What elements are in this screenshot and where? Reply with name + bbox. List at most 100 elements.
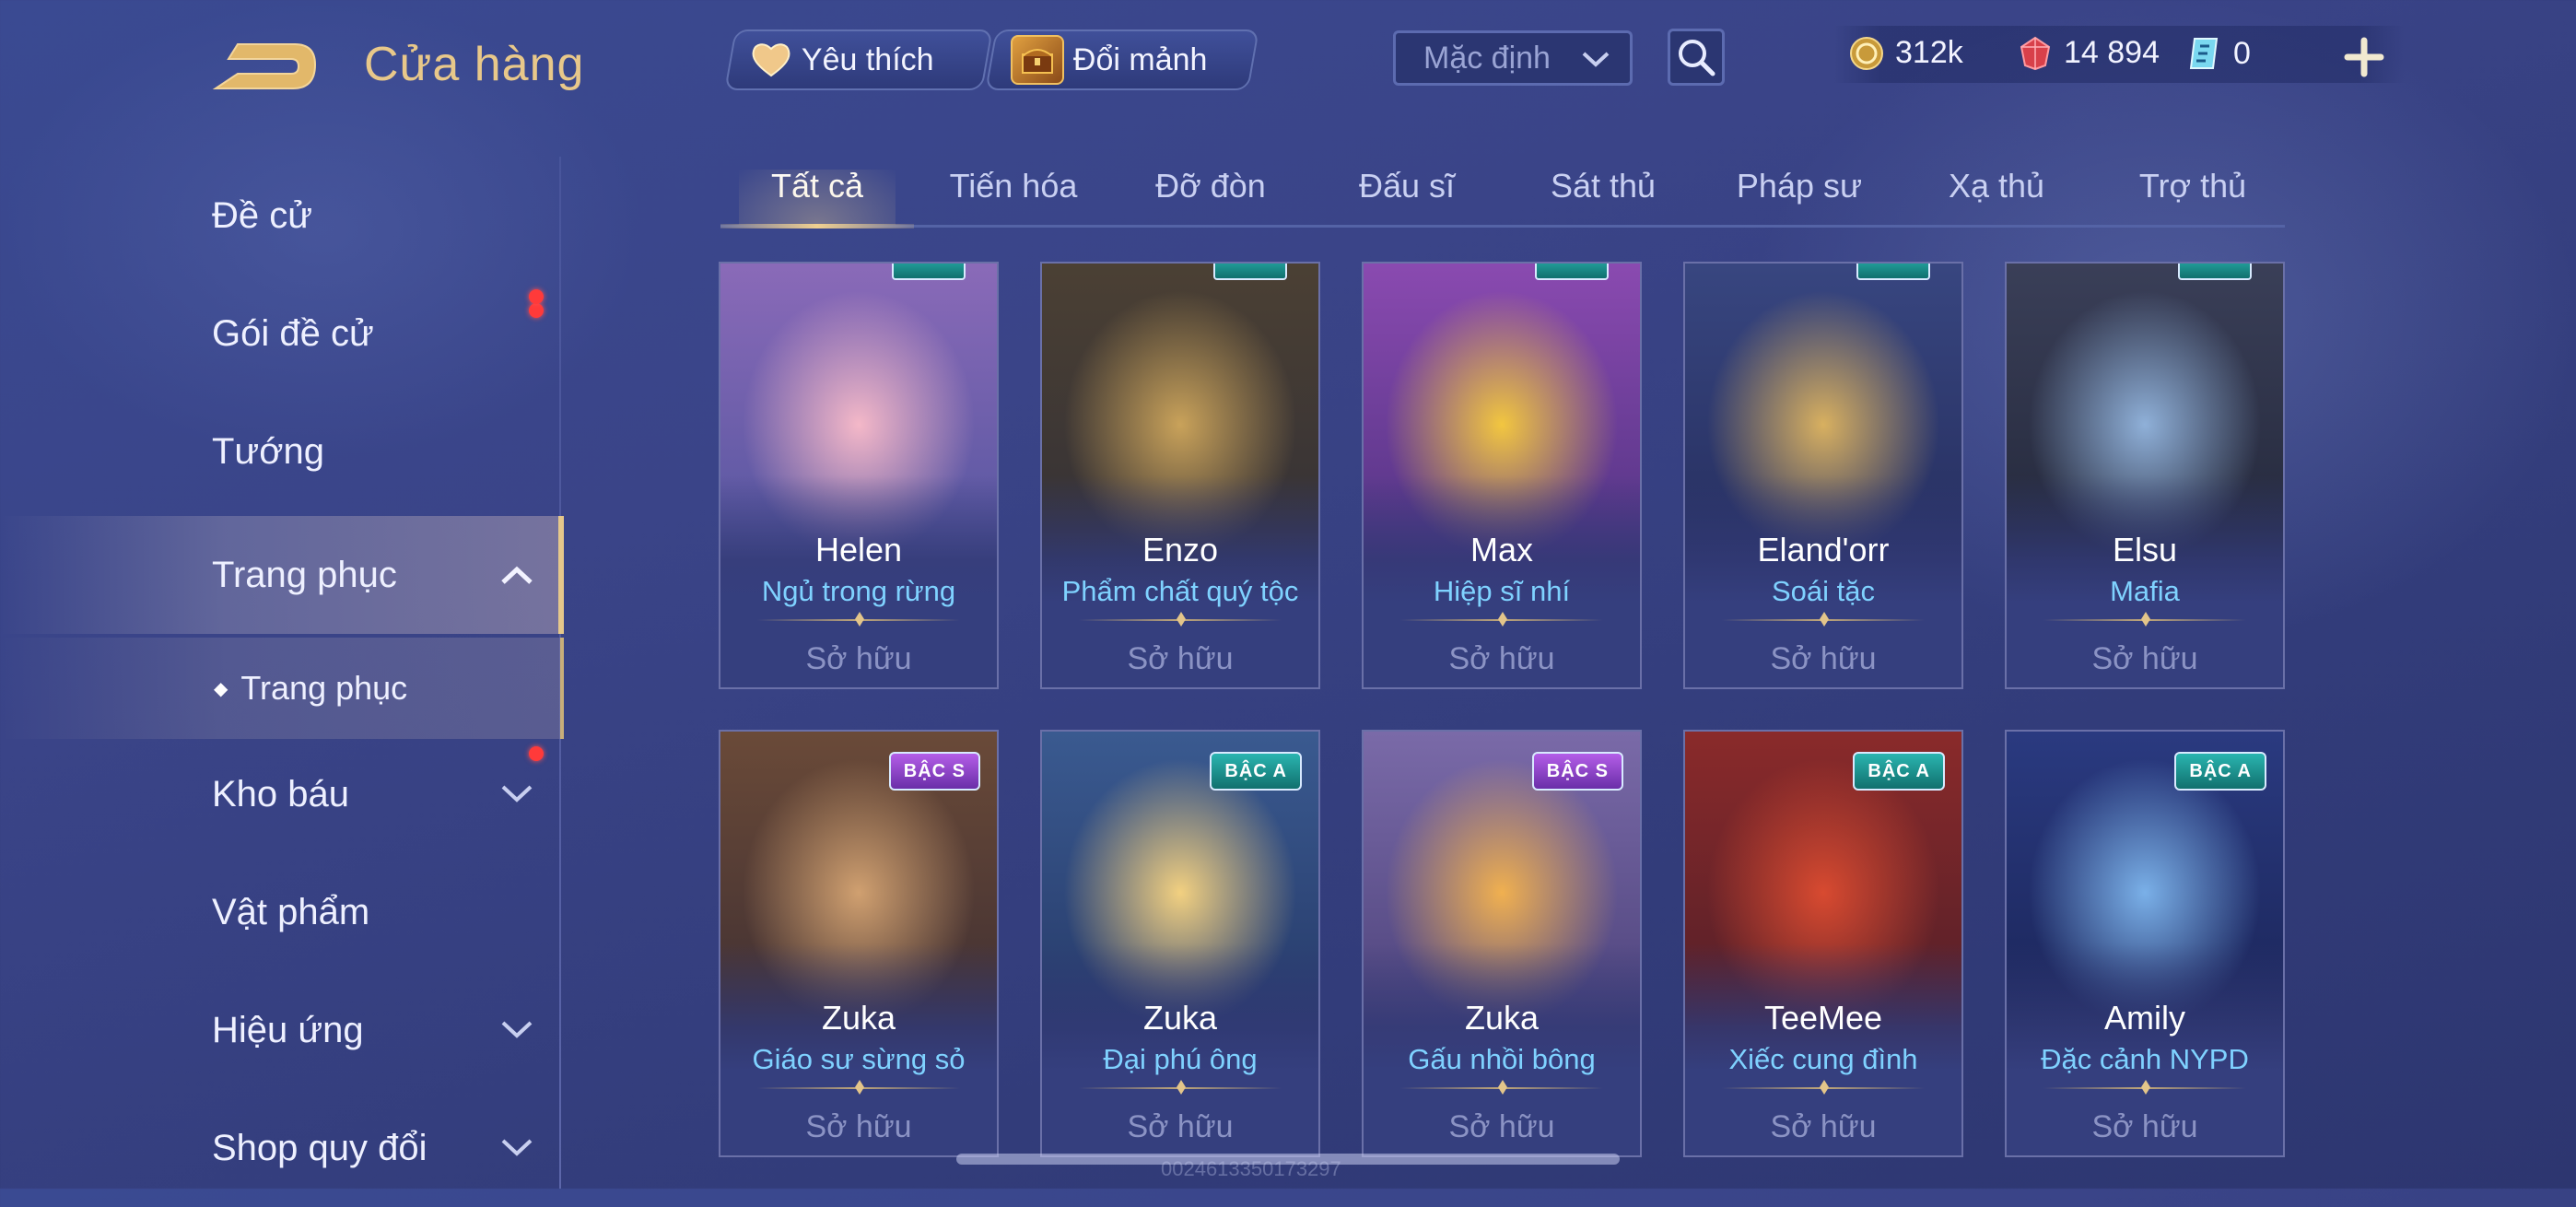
notification-dot <box>529 303 544 318</box>
voucher-balance: 0 <box>2185 35 2251 72</box>
chevron-down-icon <box>1582 52 1610 67</box>
search-button[interactable] <box>1668 29 1725 86</box>
hero-name: Enzo <box>1142 531 1219 568</box>
sidebar-item-label: Trang phục <box>212 554 397 595</box>
treasure-chest-icon <box>1011 35 1064 85</box>
owned-status: Sở hữu <box>805 1109 912 1144</box>
skin-card[interactable]: BẬC A Zuka Đại phú ông Sở hữu <box>1040 730 1320 1157</box>
skin-name: Giáo sư sừng sỏ <box>752 1043 966 1075</box>
back-button[interactable] <box>210 37 321 101</box>
sidebar-item-label: Gói đề cử <box>212 312 374 354</box>
sidebar-item-recommended[interactable]: Đề cử <box>0 157 564 275</box>
tier-badge: BẬC A <box>1210 752 1302 791</box>
tab-tank[interactable]: Đỡ đòn <box>1114 147 1307 225</box>
tier-badge: BẬC S <box>888 752 980 791</box>
skin-name: Soái tặc <box>1771 575 1875 607</box>
chevron-down-icon <box>501 1139 533 1156</box>
skin-name: Ngủ trong rừng <box>761 575 956 607</box>
gem-amount: 14 894 <box>2064 35 2160 70</box>
skin-name: Gấu nhồi bông <box>1408 1043 1596 1075</box>
owned-status: Sở hữu <box>1448 641 1555 676</box>
sidebar-item-exchange-shop[interactable]: Shop quy đổi <box>0 1089 564 1207</box>
page-title: Cửa hàng <box>364 38 585 91</box>
sidebar-subitem-label: Trang phục <box>240 669 408 707</box>
sidebar-item-label: Vật phẩm <box>212 891 370 932</box>
skin-card[interactable]: BẬC S Zuka Gấu nhồi bông Sở hữu <box>1362 730 1642 1157</box>
sidebar-item-recommended-packs[interactable]: Gói đề cử <box>0 275 564 393</box>
skin-card[interactable]: BẬC A Amily Đặc cảnh NYPD Sở hữu <box>2005 730 2285 1157</box>
skin-card[interactable]: Eland'orr Soái tặc Sở hữu <box>1683 262 1963 689</box>
sort-dropdown[interactable]: Mặc định <box>1393 30 1633 86</box>
tier-badge: BẬC A <box>2174 752 2266 791</box>
owned-status: Sở hữu <box>2091 641 2198 676</box>
tier-badge: BẬC A <box>1853 752 1945 791</box>
hero-name: Max <box>1469 531 1533 568</box>
heart-icon <box>752 43 790 77</box>
voucher-amount: 0 <box>2233 35 2251 71</box>
tab-support[interactable]: Trợ thủ <box>2096 147 2289 225</box>
tab-marksman[interactable]: Xạ thủ <box>1900 147 2093 225</box>
skin-card[interactable]: Elsu Mafia Sở hữu <box>2005 262 2285 689</box>
tab-mage[interactable]: Pháp sư <box>1703 147 1896 225</box>
owned-status: Sở hữu <box>1448 1109 1555 1144</box>
favorites-button[interactable]: Yêu thích <box>724 29 993 90</box>
home-indicator[interactable] <box>956 1154 1620 1165</box>
sidebar-subitem-skins[interactable]: ◆ Trang phục <box>0 638 564 739</box>
notification-dot <box>529 289 544 304</box>
hero-name: Helen <box>814 531 903 568</box>
sidebar-item-label: Kho báu <box>212 773 350 814</box>
skin-name: Xiếc cung đình <box>1728 1043 1918 1075</box>
hero-name: TeeMee <box>1763 999 1883 1037</box>
search-icon <box>1679 40 1715 76</box>
tier-badge: BẬC S <box>1531 752 1623 791</box>
gold-coin-icon <box>1850 36 1883 70</box>
sidebar-item-label: Shop quy đổi <box>212 1127 427 1168</box>
tab-evolution[interactable]: Tiến hóa <box>917 147 1110 225</box>
skin-name: Phẩm chất quý tộc <box>1061 575 1299 607</box>
sidebar-item-items[interactable]: Vật phẩm <box>0 853 564 971</box>
owned-status: Sở hữu <box>1127 1109 1234 1144</box>
skin-name: Hiệp sĩ nhí <box>1433 575 1571 607</box>
hero-name: Zuka <box>821 999 896 1037</box>
owned-status: Sở hữu <box>2091 1109 2198 1144</box>
sidebar-item-label: Tướng <box>212 430 324 472</box>
skin-card[interactable]: Enzo Phẩm chất quý tộc Sở hữu <box>1040 262 1320 689</box>
tab-all[interactable]: Tất cả <box>720 147 914 229</box>
plus-icon <box>2344 37 2384 77</box>
chevron-up-icon <box>501 566 533 584</box>
back-arrow-icon <box>212 43 317 89</box>
owned-status: Sở hữu <box>1770 1109 1877 1144</box>
sidebar-item-treasure[interactable]: Kho báu <box>0 735 564 853</box>
gem-balance: 14 894 <box>2018 35 2160 71</box>
chevron-down-icon <box>501 785 533 803</box>
sidebar-item-effects[interactable]: Hiệu ứng <box>0 971 564 1089</box>
notification-dot <box>529 746 544 761</box>
skin-name: Đại phú ông <box>1103 1043 1258 1075</box>
skin-card[interactable]: BẬC A TeeMee Xiếc cung đình Sở hữu <box>1683 730 1963 1157</box>
tab-assassin[interactable]: Sát thủ <box>1506 147 1700 225</box>
tier-badge-cropped <box>2178 264 2252 280</box>
owned-status: Sở hữu <box>1127 641 1234 676</box>
skin-card[interactable]: Helen Ngủ trong rừng Sở hữu <box>719 262 999 689</box>
shard-exchange-label: Đổi mảnh <box>1073 41 1208 77</box>
skin-name: Mafia <box>2110 575 2180 607</box>
sidebar-item-label: Hiệu ứng <box>212 1009 364 1050</box>
diamond-bullet-icon: ◆ <box>214 678 228 699</box>
skin-card[interactable]: Max Hiệp sĩ nhí Sở hữu <box>1362 262 1642 689</box>
sidebar-item-skins[interactable]: Trang phục <box>0 516 564 634</box>
skin-card[interactable]: BẬC S Zuka Giáo sư sừng sỏ Sở hữu <box>719 730 999 1157</box>
hero-name: Zuka <box>1464 999 1540 1037</box>
tier-badge-cropped <box>1213 264 1287 280</box>
chevron-down-icon <box>501 1021 533 1038</box>
sidebar-item-heroes[interactable]: Tướng <box>0 393 564 510</box>
sort-selected-value: Mặc định <box>1423 40 1551 76</box>
shard-exchange-button[interactable]: Đổi mảnh <box>985 29 1259 90</box>
gold-balance: 312k <box>1849 35 1963 71</box>
gold-amount: 312k <box>1895 35 1963 70</box>
add-currency-button[interactable] <box>2338 31 2390 83</box>
tab-fighter[interactable]: Đấu sĩ <box>1310 147 1504 225</box>
voucher-icon <box>2189 38 2219 69</box>
sidebar: Đề cử Gói đề cử Tướng Trang phục ◆ Trang… <box>0 157 564 1189</box>
currency-bar: 312k 14 894 0 <box>1833 26 2405 83</box>
hero-name: Elsu <box>2112 531 2178 568</box>
